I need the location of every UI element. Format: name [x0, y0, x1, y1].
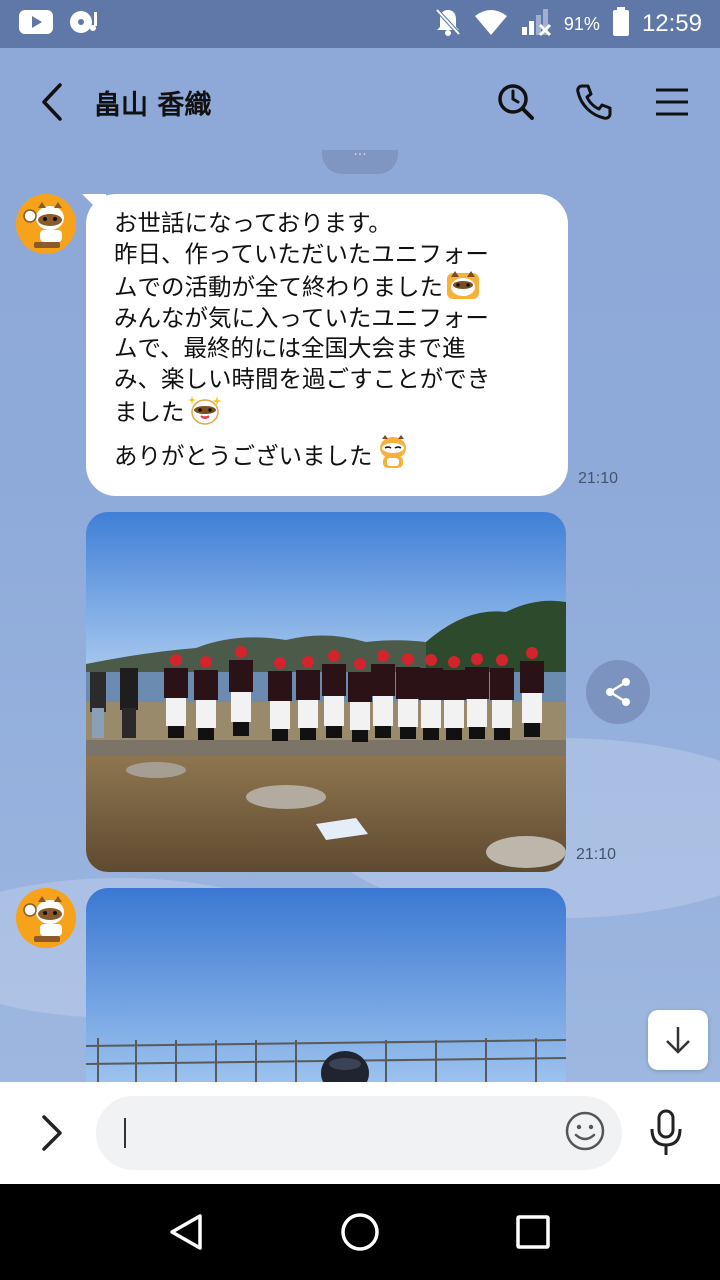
message-line: み、楽しい時間を過ごすことができ: [114, 364, 491, 393]
back-icon: [42, 83, 62, 121]
nav-home-button[interactable]: [330, 1202, 390, 1262]
message-line: ムでの活動が全て終わりました: [114, 269, 548, 303]
share-button[interactable]: [586, 660, 650, 724]
menu-button[interactable]: [648, 78, 696, 126]
message-line: 昨日、作っていただいたユニフォー: [114, 239, 489, 268]
call-button[interactable]: [570, 78, 618, 126]
expand-button[interactable]: [20, 1101, 84, 1165]
message-input-box[interactable]: [96, 1096, 622, 1170]
message-line: ありがとうございました: [114, 434, 548, 472]
load-more-handle[interactable]: ···: [322, 148, 398, 174]
raccoon-bow-emoji: [375, 434, 411, 468]
wifi-icon: [474, 8, 508, 40]
avatar[interactable]: [16, 194, 76, 254]
raccoon-avatar-icon: [16, 888, 76, 948]
back-button[interactable]: [24, 74, 80, 130]
back-triangle-icon: [169, 1214, 202, 1250]
search-icon: [498, 84, 534, 120]
message-line: ました: [114, 394, 548, 428]
home-circle-icon: [341, 1213, 379, 1251]
photo-message[interactable]: [86, 888, 566, 1082]
chat-header: 畠山 香織: [0, 48, 720, 156]
youtube-icon: [18, 9, 54, 39]
message-bubble[interactable]: お世話になっております。 昨日、作っていただいたユニフォー ムでの活動が全て終わ…: [86, 194, 568, 496]
raccoon-sparkle-emoji: [187, 394, 223, 426]
nav-back-button[interactable]: [157, 1202, 217, 1262]
message-line: みんなが気に入っていたユニフォー: [114, 303, 489, 332]
share-icon: [606, 678, 630, 706]
message-timestamp: 21:10: [576, 846, 617, 863]
photo-message[interactable]: [86, 512, 566, 872]
music-icon: [68, 8, 100, 40]
scroll-to-bottom-button[interactable]: [648, 1010, 708, 1070]
clock: 12:59: [641, 10, 702, 37]
mic-icon: [650, 1109, 682, 1155]
team-photo-image: [86, 512, 566, 872]
message-timestamp: 21:10: [578, 470, 619, 487]
raccoon-emoji: [445, 269, 481, 301]
raccoon-avatar-icon: [16, 194, 76, 254]
recents-square-icon: [516, 1215, 551, 1249]
status-bar: 91% 12:59: [0, 0, 720, 48]
phone-icon: [576, 84, 612, 120]
message-line: お世話になっております。: [114, 209, 392, 237]
emoji-icon: [565, 1111, 605, 1151]
sky-fence-photo-image: [86, 888, 566, 1082]
emoji-button[interactable]: [564, 1110, 606, 1156]
search-button[interactable]: [492, 78, 540, 126]
menu-icon: [656, 88, 688, 116]
arrow-down-icon: [666, 1027, 690, 1054]
voice-input-button[interactable]: [638, 1101, 694, 1165]
avatar[interactable]: [16, 888, 76, 948]
notifications-off-icon: [434, 7, 462, 41]
chat-title: 畠山 香織: [94, 89, 212, 121]
system-navigation-bar: [0, 1184, 720, 1280]
battery-icon: [612, 7, 630, 41]
message-line: ムで、最終的には全国大会まで進: [114, 334, 466, 362]
signal-icon: [520, 7, 552, 41]
nav-recents-button[interactable]: [503, 1202, 563, 1262]
chevron-right-icon: [42, 1115, 62, 1151]
message-input-bar: [0, 1082, 720, 1184]
message-input[interactable]: [126, 1120, 564, 1146]
battery-percent: 91%: [563, 13, 600, 34]
